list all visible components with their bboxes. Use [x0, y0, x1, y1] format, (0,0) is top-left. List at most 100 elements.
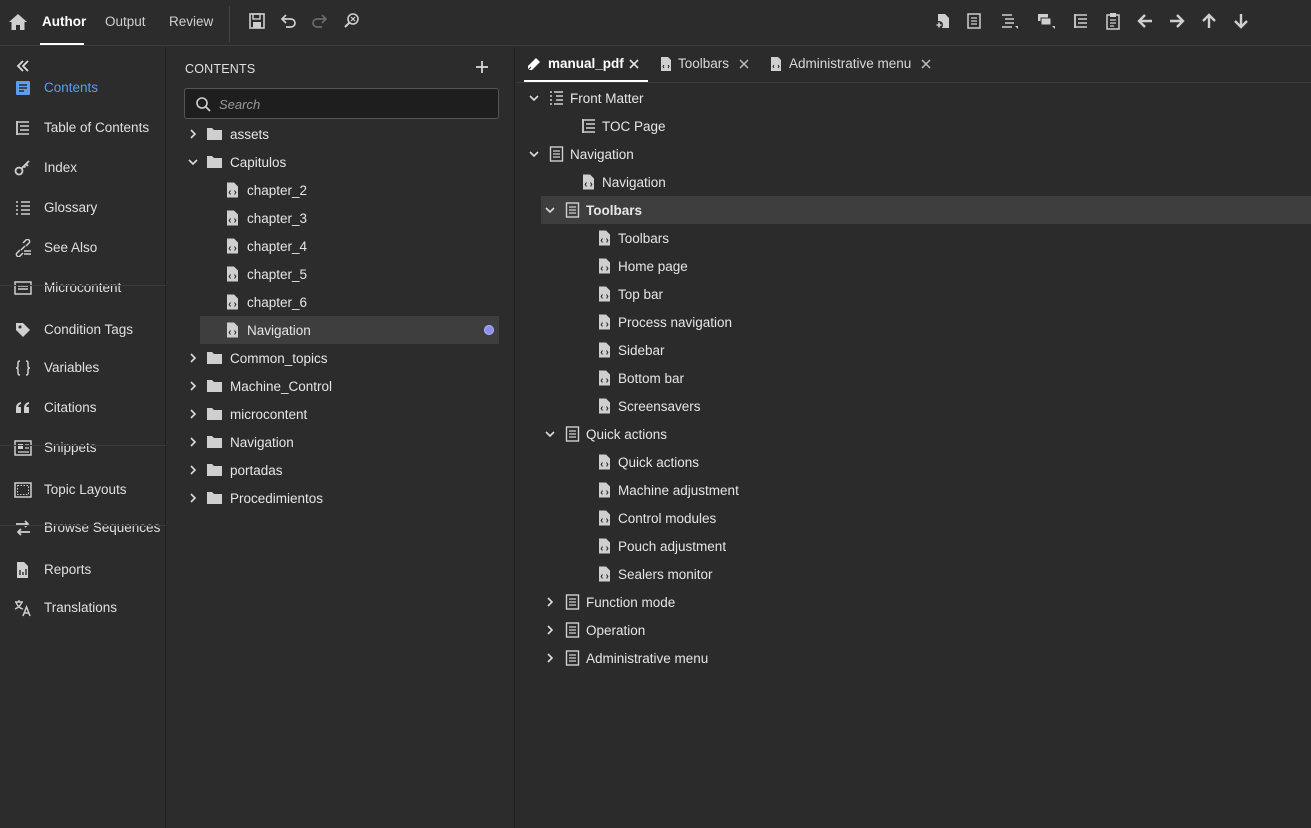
chevron-right-icon[interactable]: [187, 128, 199, 140]
toc-tree-row[interactable]: Navigation: [516, 140, 1311, 168]
sidebar-item-browse-sequences[interactable]: Browse Sequences: [0, 511, 166, 545]
key-icon: [14, 159, 32, 177]
chevron-right-icon[interactable]: [187, 492, 199, 504]
toc-tree-row[interactable]: Machine adjustment: [516, 476, 1311, 504]
nav-output[interactable]: Output: [105, 14, 146, 29]
close-icon[interactable]: [738, 58, 750, 70]
toc-tree-row[interactable]: Sidebar: [516, 336, 1311, 364]
chevron-right-icon[interactable]: [187, 408, 199, 420]
toc-item-label: Operation: [586, 623, 646, 638]
sidebar-item-microcontent[interactable]: Microcontent: [0, 271, 166, 305]
folder-row[interactable]: Navigation: [184, 428, 499, 456]
file-row[interactable]: chapter_5: [184, 260, 499, 288]
find-replace-icon[interactable]: [343, 12, 361, 30]
contents-title: CONTENTS: [185, 62, 256, 76]
chevron-right-icon[interactable]: [187, 436, 199, 448]
chevron-down-icon[interactable]: [187, 156, 199, 168]
toc-tree-row[interactable]: Control modules: [516, 504, 1311, 532]
folder-row[interactable]: Capitulos: [184, 148, 499, 176]
chevron-right-icon[interactable]: [187, 380, 199, 392]
sidebar-item-table-of-contents[interactable]: Table of Contents: [0, 111, 166, 145]
status-dot: [484, 325, 494, 335]
document-icon[interactable]: [965, 12, 983, 30]
chevron-right-icon[interactable]: [544, 652, 556, 664]
tab-administrative-menu[interactable]: Administrative menu: [768, 47, 938, 83]
close-icon[interactable]: [628, 58, 640, 70]
toc-tree-row[interactable]: Administrative menu: [516, 644, 1311, 672]
clipboard-icon[interactable]: [1104, 12, 1122, 30]
toc-tree-row[interactable]: Navigation: [516, 168, 1311, 196]
toc-item-label: Front Matter: [570, 91, 644, 106]
sequence-icon: [14, 519, 32, 537]
toc-tree-row[interactable]: Toolbars: [541, 196, 1311, 224]
chevron-right-icon[interactable]: [187, 464, 199, 476]
arrow-right-icon[interactable]: [1168, 12, 1186, 30]
chevron-right-icon[interactable]: [544, 596, 556, 608]
sidebar-divider: [0, 285, 166, 286]
list-indent-icon[interactable]: [1000, 12, 1018, 30]
sidebar-item-condition-tags[interactable]: Condition Tags: [0, 313, 166, 347]
save-icon[interactable]: [248, 12, 266, 30]
toc-tree-row[interactable]: Top bar: [516, 280, 1311, 308]
sidebar-item-topic-layouts[interactable]: Topic Layouts: [0, 473, 166, 507]
file-row[interactable]: chapter_2: [184, 176, 499, 204]
file-row[interactable]: chapter_6: [184, 288, 499, 316]
toc-tree-row[interactable]: Sealers monitor: [516, 560, 1311, 588]
toc-tree-row[interactable]: Toolbars: [516, 224, 1311, 252]
nav-author[interactable]: Author: [42, 14, 86, 29]
sidebar-item-variables[interactable]: Variables: [0, 351, 166, 385]
arrow-left-icon[interactable]: [1136, 12, 1154, 30]
chevron-down-icon[interactable]: [544, 204, 556, 216]
arrow-down-icon[interactable]: [1232, 12, 1250, 30]
toc-tree-row[interactable]: TOC Page: [516, 112, 1311, 140]
sidebar-item-contents[interactable]: Contents: [0, 71, 166, 105]
sidebar-item-index[interactable]: Index: [0, 151, 166, 185]
folder-row[interactable]: Procedimientos: [184, 484, 499, 512]
close-icon[interactable]: [920, 58, 932, 70]
chevron-right-icon[interactable]: [187, 352, 199, 364]
sidebar-item-label: Translations: [44, 600, 118, 615]
toc-tree-row[interactable]: Front Matter: [516, 84, 1311, 112]
toc-item-label: Pouch adjustment: [618, 539, 727, 554]
sidebar-item-reports[interactable]: Reports: [0, 553, 166, 587]
add-icon[interactable]: [474, 59, 490, 75]
toc-tree-row[interactable]: Function mode: [516, 588, 1311, 616]
tab-toolbars[interactable]: Toolbars: [658, 47, 758, 83]
stack-icon[interactable]: [1037, 12, 1055, 30]
folder-row[interactable]: portadas: [184, 456, 499, 484]
sidebar-item-citations[interactable]: Citations: [0, 391, 166, 425]
folder-row[interactable]: Machine_Control: [184, 372, 499, 400]
search-input[interactable]: [219, 94, 489, 114]
toc-tree-row[interactable]: Quick actions: [516, 420, 1311, 448]
undo-icon[interactable]: [279, 12, 297, 30]
tab-manual-pdf[interactable]: manual_pdf: [524, 47, 648, 83]
toc-tree-row[interactable]: Pouch adjustment: [516, 532, 1311, 560]
sidebar-item-snippets[interactable]: Snippets: [0, 431, 166, 465]
redo-icon[interactable]: [311, 12, 329, 30]
sidebar-item-label: Contents: [44, 80, 99, 95]
file-row[interactable]: chapter_4: [184, 232, 499, 260]
sidebar-item-see-also[interactable]: See Also: [0, 231, 166, 265]
toc-tree-row[interactable]: Home page: [516, 252, 1311, 280]
toc-tree-row[interactable]: Process navigation: [516, 308, 1311, 336]
chevron-down-icon[interactable]: [544, 428, 556, 440]
toc-outline-icon[interactable]: [1072, 12, 1090, 30]
file-row[interactable]: chapter_3: [184, 204, 499, 232]
file-row[interactable]: Navigation: [200, 316, 499, 344]
arrow-up-icon[interactable]: [1200, 12, 1218, 30]
chevron-right-icon[interactable]: [544, 624, 556, 636]
toc-tree-row[interactable]: Operation: [516, 616, 1311, 644]
toc-tree-row[interactable]: Quick actions: [516, 448, 1311, 476]
folder-row[interactable]: assets: [184, 120, 499, 148]
toc-tree-row[interactable]: Bottom bar: [516, 364, 1311, 392]
folder-row[interactable]: microcontent: [184, 400, 499, 428]
sidebar-item-translations[interactable]: Translations: [0, 591, 166, 625]
folder-row[interactable]: Common_topics: [184, 344, 499, 372]
chevron-down-icon[interactable]: [528, 92, 540, 104]
home-icon[interactable]: [8, 12, 28, 32]
sidebar-item-glossary[interactable]: Glossary: [0, 191, 166, 225]
add-topic-icon[interactable]: [934, 12, 952, 30]
toc-tree-row[interactable]: Screensavers: [516, 392, 1311, 420]
nav-review[interactable]: Review: [169, 14, 213, 29]
chevron-down-icon[interactable]: [528, 148, 540, 160]
